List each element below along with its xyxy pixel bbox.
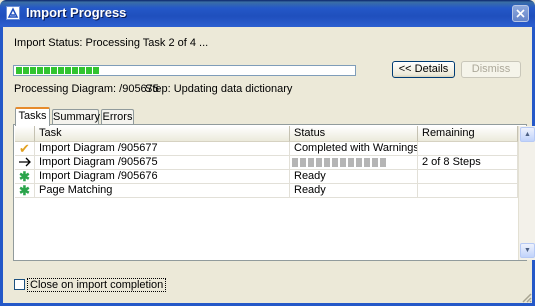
processing-diagram-label: Processing Diagram: /905675 xyxy=(14,83,159,95)
tasks-grid: Task Status Remaining ✔ Import Diagram /… xyxy=(13,124,535,261)
import-status-text: Import Status: Processing Task 2 of 4 ..… xyxy=(14,37,209,49)
status-column-header[interactable]: Status xyxy=(290,126,418,142)
step-progress-segment xyxy=(332,158,338,167)
status-cell: Completed with Warnings xyxy=(290,142,418,156)
pending-star-icon: ✱ xyxy=(15,184,35,198)
step-progress-segment xyxy=(340,158,346,167)
tab-tasks[interactable]: Tasks xyxy=(15,107,50,126)
pending-star-icon: ✱ xyxy=(15,170,35,184)
progress-segment xyxy=(30,67,36,74)
remaining-cell xyxy=(418,142,518,156)
step-progress-segment xyxy=(380,158,386,167)
status-cell: Ready xyxy=(290,170,418,184)
close-on-completion-checkbox[interactable] xyxy=(14,279,25,290)
status-progress-cell xyxy=(290,156,418,170)
progress-segment xyxy=(79,67,85,74)
step-progress-segment xyxy=(372,158,378,167)
app-icon xyxy=(6,6,20,20)
step-progress-segment xyxy=(348,158,354,167)
close-on-completion-label[interactable]: Close on import completion xyxy=(27,278,167,292)
step-progress-segment xyxy=(300,158,306,167)
step-progress-segment xyxy=(292,158,298,167)
tab-summary[interactable]: Summary xyxy=(52,109,100,124)
dismiss-button[interactable]: Dismiss xyxy=(461,61,521,78)
step-progress-segment xyxy=(316,158,322,167)
step-progress-segment xyxy=(324,158,330,167)
progress-segment xyxy=(58,67,64,74)
progress-segment xyxy=(93,67,99,74)
status-cell: Ready xyxy=(290,184,418,198)
details-button[interactable]: << Details xyxy=(392,61,455,78)
progress-segment xyxy=(23,67,29,74)
progress-segment xyxy=(72,67,78,74)
window-title: Import Progress xyxy=(26,5,127,20)
icon-column-header xyxy=(15,126,35,142)
remaining-cell xyxy=(418,170,518,184)
check-icon: ✔ xyxy=(15,142,35,156)
task-cell: Import Diagram /905676 xyxy=(35,170,290,184)
task-column-header[interactable]: Task xyxy=(35,126,290,142)
arrow-right-icon xyxy=(15,156,35,170)
remaining-column-header[interactable]: Remaining xyxy=(418,126,518,142)
vertical-scrollbar[interactable]: ▲ ▼ xyxy=(518,126,535,260)
step-progress-segment xyxy=(364,158,370,167)
task-cell: Import Diagram /905677 xyxy=(35,142,290,156)
close-icon[interactable] xyxy=(512,5,529,22)
step-progress-segment xyxy=(308,158,314,167)
overall-progress-bar xyxy=(13,65,356,76)
scroll-down-icon[interactable]: ▼ xyxy=(520,243,535,258)
task-cell: Page Matching xyxy=(35,184,290,198)
remaining-cell: 2 of 8 Steps xyxy=(418,156,518,170)
progress-segment xyxy=(51,67,57,74)
task-cell: Import Diagram /905675 xyxy=(35,156,290,170)
progress-segment xyxy=(86,67,92,74)
step-progress-segment xyxy=(356,158,362,167)
progress-segment xyxy=(65,67,71,74)
current-step-label: Step: Updating data dictionary xyxy=(145,83,293,95)
progress-segment xyxy=(16,67,22,74)
remaining-cell xyxy=(418,184,518,198)
progress-segment xyxy=(37,67,43,74)
resize-grip-icon[interactable] xyxy=(520,291,532,303)
progress-segment xyxy=(44,67,50,74)
tab-errors[interactable]: Errors xyxy=(101,109,134,124)
scroll-up-icon[interactable]: ▲ xyxy=(520,127,535,142)
